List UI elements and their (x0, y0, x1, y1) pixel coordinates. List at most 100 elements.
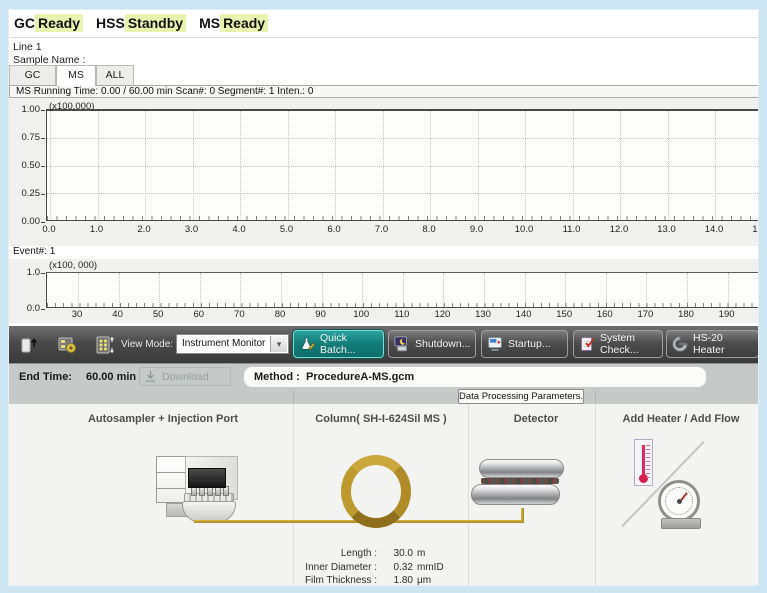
x-axis-minor-ticks (47, 303, 759, 307)
gridline (159, 273, 160, 307)
gridline (484, 273, 485, 307)
tab-ms[interactable]: MS (56, 65, 96, 86)
gridline (565, 273, 566, 307)
download-arrow-icon (144, 370, 157, 383)
parameter-row: Data Processing Parameters... (9, 389, 759, 404)
autosampler-tray-graphic (156, 456, 186, 503)
x-tick-label: 8.0 (422, 224, 435, 235)
instrument-config-icon[interactable] (55, 333, 79, 357)
gridline (240, 111, 241, 220)
spec-row-film-thickness: Film Thickness : 1.80 μm (277, 574, 497, 586)
y-tick-label: 0.25 (22, 188, 41, 199)
view-mode-value: Instrument Monitor (182, 338, 265, 349)
y-tick-label: 0.00 (22, 216, 41, 227)
x-tick-label: 140 (516, 309, 532, 320)
thermometer-scale (646, 445, 650, 481)
x-tick-label: 5.0 (280, 224, 293, 235)
spec-unit: mmID (417, 561, 444, 575)
spec-row-length: Length : 30.0 m (277, 547, 497, 561)
section-header-add-heater: Add Heater / Add Flow (601, 413, 759, 425)
y-tick-label: 1.00 (22, 104, 41, 115)
gridline (281, 273, 282, 307)
x-tick-label: 60 (194, 309, 205, 320)
method-display: Method : ProcedureA-MS.gcm (244, 367, 706, 387)
end-time-value: 60.00 min (86, 371, 136, 383)
system-check-label: System Check... (600, 332, 658, 356)
x-tick-label: 10.0 (515, 224, 534, 235)
download-button[interactable]: Download (139, 367, 231, 386)
hs20-heater-button[interactable]: HS-20 Heater (666, 330, 759, 358)
gc-status-label: GC (14, 15, 35, 31)
end-time-label: End Time: (19, 371, 72, 383)
batch-queue-icon[interactable] (93, 333, 117, 357)
gridline (606, 273, 607, 307)
instrument-monitor-window: GCReadyHSSStandbyMSReady Line 1 Sample N… (8, 9, 759, 586)
startup-button[interactable]: Startup... (481, 330, 568, 358)
x-tick-label: 15.0 (752, 224, 759, 235)
injector-head-graphic (188, 468, 226, 488)
quick-batch-button[interactable]: Quick Batch... (293, 330, 384, 358)
view-mode-select[interactable]: Instrument Monitor ▾ (176, 334, 289, 354)
spec-label: Inner Diameter : (277, 561, 377, 575)
spec-value: 30.0 (377, 547, 417, 561)
section-header-detector: Detector (461, 413, 611, 425)
gridline (47, 193, 759, 194)
pressure-gauge-icon (658, 480, 700, 522)
instrument-flow-diagram: Autosampler + Injection Port Column( SH-… (9, 404, 759, 586)
flask-pencil-icon (298, 335, 316, 353)
line-number-label: Line 1 (13, 41, 42, 53)
x-tick-label: 80 (275, 309, 286, 320)
gc-status-value: Ready (35, 14, 83, 32)
gauge-base-graphic (661, 518, 701, 529)
event-number-label: Event#: 1 (9, 246, 759, 259)
section-separator (595, 391, 596, 402)
x-tick-label: 100 (353, 309, 369, 320)
tab-gc[interactable]: GC (9, 65, 56, 85)
data-processing-parameters-button[interactable]: Data Processing Parameters... (458, 389, 584, 404)
gridline (525, 111, 526, 220)
x-tick-label: 190 (719, 309, 735, 320)
gridline (646, 273, 647, 307)
thermometer-tube (642, 445, 645, 476)
gridline (50, 111, 51, 220)
x-axis-labels: 0.01.02.03.04.05.06.07.08.09.010.011.012… (46, 224, 759, 236)
y-axis-unit-label: (x100,000) (49, 101, 94, 112)
x-tick-label: 30 (72, 309, 83, 320)
spec-unit: m (417, 547, 425, 561)
section-separator (293, 391, 294, 402)
gridline (443, 273, 444, 307)
hs20-heater-label: HS-20 Heater (693, 332, 754, 356)
y-tick-label: 0.50 (22, 160, 41, 171)
y-tick-label: 1.0 (27, 267, 40, 278)
gridline (430, 111, 431, 220)
vial-eject-icon[interactable] (17, 333, 41, 357)
x-tick-label: 9.0 (470, 224, 483, 235)
heater-unit-icon (671, 335, 689, 353)
column-coil-graphic (341, 455, 411, 528)
x-tick-label: 170 (637, 309, 653, 320)
tray-shelf-line (157, 488, 185, 489)
monitor-start-icon (486, 335, 504, 353)
x-tick-label: 6.0 (327, 224, 340, 235)
gridline (728, 273, 729, 307)
gridline (200, 273, 201, 307)
system-check-button[interactable]: System Check... (573, 330, 663, 358)
x-tick-label: 13.0 (657, 224, 676, 235)
x-axis-labels: 3040506070809010011012013014015016017018… (46, 309, 759, 321)
chevron-down-icon[interactable]: ▾ (270, 336, 287, 352)
x-tick-label: 160 (597, 309, 613, 320)
gridline (383, 111, 384, 220)
gridline (525, 273, 526, 307)
gridline (240, 273, 241, 307)
y-tick-label: 0.0 (27, 303, 40, 314)
y-tick-label: 0.75 (22, 132, 41, 143)
y-axis-unit-label: (x100, 000) (49, 260, 97, 271)
gridline (668, 111, 669, 220)
main-toolbar: View Mode: Instrument Monitor ▾ Quick Ba… (9, 326, 759, 363)
ms-status-value: Ready (220, 14, 268, 32)
view-mode-label: View Mode: (121, 339, 173, 350)
gridline (119, 273, 120, 307)
shutdown-button[interactable]: Shutdown... (388, 330, 476, 358)
x-tick-label: 40 (112, 309, 123, 320)
tab-all[interactable]: ALL (96, 65, 134, 85)
